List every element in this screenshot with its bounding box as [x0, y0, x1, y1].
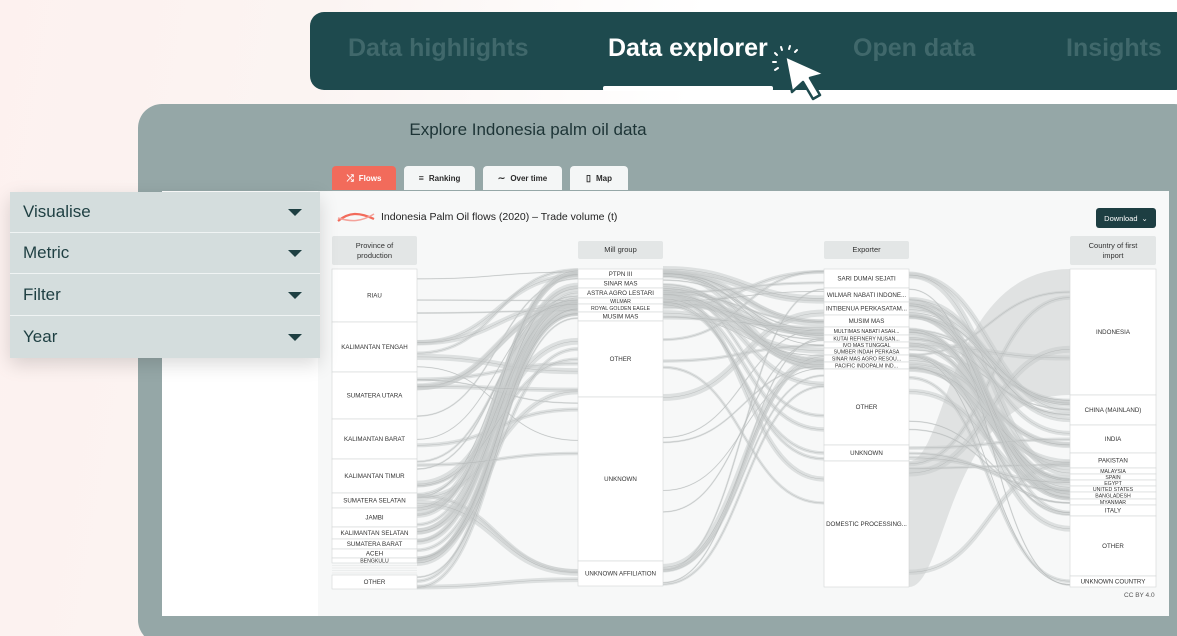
sankey-node-label: UNKNOWN AFFILIATION: [585, 571, 656, 578]
sankey-node-label: KUTAI REFINERY NUSAN...: [833, 336, 899, 342]
sankey-node-label: CHINA (MAINLAND): [1085, 407, 1142, 414]
active-tab-underline: [603, 86, 773, 91]
nav-tab-open-data[interactable]: Open data: [853, 34, 975, 63]
nav-tab-insights[interactable]: Insights: [1066, 34, 1162, 63]
menu-item-metric-label: Metric: [23, 243, 70, 262]
sankey-node-label: BENGKULU: [360, 558, 389, 564]
trend-icon: ∼: [497, 172, 506, 183]
sankey-node-label: KALIMANTAN TIMUR: [344, 473, 405, 480]
sankey-node-label: JAMBI: [365, 515, 384, 522]
sankey-column: INDONESIACHINA (MAINLAND)INDIAPAKISTANMA…: [1069, 268, 1157, 588]
sankey-node-label: ITALY: [1105, 508, 1121, 515]
sankey-node-label: MULTIMAS NABATI ASAH...: [834, 329, 900, 335]
flows-icon: ⤮: [346, 172, 354, 183]
sankey-node-label: SUMATERA BARAT: [347, 541, 403, 548]
sankey-node-label: ASTRA AGRO LESTARI: [587, 290, 654, 297]
sankey-node-label: SUMATERA SELATAN: [343, 498, 406, 505]
sankey-node-label: PACIFIC INDOPALM IND...: [835, 363, 898, 369]
sankey-node-label: SARI DUMAI SEJATI: [837, 276, 896, 283]
sankey-column: PTPN IIISINAR MASASTRA AGRO LESTARIWILMA…: [577, 268, 664, 587]
sankey-node-label: SINAR MAS AGRO RESOU...: [832, 356, 901, 362]
sankey-node-label: PAKISTAN: [1098, 458, 1128, 465]
tab-over-time-label: Over time: [510, 173, 548, 183]
sankey-node-label: MUSIM MAS: [849, 318, 885, 325]
menu-item-year[interactable]: Year: [10, 317, 320, 358]
menu-item-metric[interactable]: Metric: [10, 233, 320, 274]
sankey-node-label: UNKNOWN: [604, 476, 637, 483]
sankey-node-label: KALIMANTAN BARAT: [344, 436, 405, 443]
sankey-node-label: WILMAR NABATI INDONE...: [827, 292, 907, 299]
sankey-node-label: UNKNOWN: [850, 450, 883, 457]
top-navigation: Data highlights Data explorer Open data …: [310, 12, 1177, 91]
nav-tab-data-explorer[interactable]: Data explorer: [608, 34, 768, 63]
menu-item-filter-label: Filter: [23, 285, 61, 304]
flow-link-edge: [416, 502, 579, 573]
sankey-node-label: SINAR MAS: [603, 281, 637, 288]
ranking-icon: ≡: [418, 173, 424, 183]
sankey-chart: RIAU KALIMANTAN TENGAH SUMATERA UTARA KALIM…: [331, 266, 1157, 590]
sankey-node-label: MUSIM MAS: [603, 314, 639, 321]
sankey-node-label: KALIMANTAN TENGAH: [341, 344, 407, 351]
sankey-node-label: INTIBENUA PERKASATAM...: [826, 306, 907, 313]
sankey-node-label: UNKNOWN COUNTRY: [1081, 579, 1146, 586]
tab-ranking-label: Ranking: [428, 173, 461, 183]
tab-over-time[interactable]: ∼ Over time: [483, 166, 562, 190]
sankey-column: RIAU KALIMANTAN TENGAH SUMATERA UTARA KALIM…: [331, 268, 418, 590]
sankey-node-label: OTHER: [856, 404, 878, 411]
sankey-node-label: RIAU: [367, 293, 382, 300]
tab-ranking[interactable]: ≡ Ranking: [404, 166, 475, 190]
sankey-node-label: SUMBER INDAH PERKASA: [834, 349, 900, 355]
tab-map[interactable]: ▯ Map: [570, 166, 628, 190]
settings-menu: Visualise Metric Filter Year: [10, 192, 320, 358]
sankey-node-label: SUMATERA UTARA: [347, 393, 404, 400]
license-label: CC BY 4.0: [1124, 592, 1155, 599]
nav-tab-data-highlights[interactable]: Data highlights: [348, 34, 529, 63]
caret-down-icon: [288, 250, 302, 257]
map-icon: ▯: [586, 172, 591, 183]
sankey-node-label: INDIA: [1105, 436, 1122, 443]
panel-title: Explore Indonesia palm oil data: [409, 120, 647, 139]
sankey-node-label: OTHER: [364, 579, 386, 586]
sankey-node-label: PTPN III: [609, 271, 633, 278]
tab-flows[interactable]: ⤮ Flows: [332, 166, 396, 190]
menu-item-visualise-label: Visualise: [23, 202, 91, 221]
caret-down-icon: [288, 209, 302, 216]
sankey-column: SARI DUMAI SEJATI WILMAR NABATI INDONE...…: [823, 268, 910, 588]
sankey-node-label: OTHER: [1102, 543, 1124, 550]
sankey-node-label: BANGLADESH: [1095, 493, 1131, 499]
sankey-node-label: ROYAL GOLDEN EAGLE: [591, 306, 651, 312]
tab-map-label: Map: [595, 173, 612, 183]
flow-link-edge: [662, 386, 825, 585]
sankey-node-label: DOMESTIC PROCESSING...: [826, 521, 907, 528]
caret-down-icon: [288, 334, 302, 341]
sankey-node-label: INDONESIA: [1096, 329, 1131, 336]
menu-item-filter[interactable]: Filter: [10, 275, 320, 316]
caret-down-icon: [288, 292, 302, 299]
flow-links: [416, 266, 1071, 590]
tab-flows-label: Flows: [358, 173, 382, 183]
pointer-cursor-icon: [772, 45, 827, 101]
menu-item-visualise[interactable]: Visualise: [10, 192, 320, 233]
sankey-node-label: KALIMANTAN SELATAN: [340, 530, 408, 537]
sankey-node-label: OTHER: [610, 356, 632, 363]
sankey-node-label: ACEH: [366, 551, 383, 558]
menu-item-year-label: Year: [23, 327, 58, 346]
